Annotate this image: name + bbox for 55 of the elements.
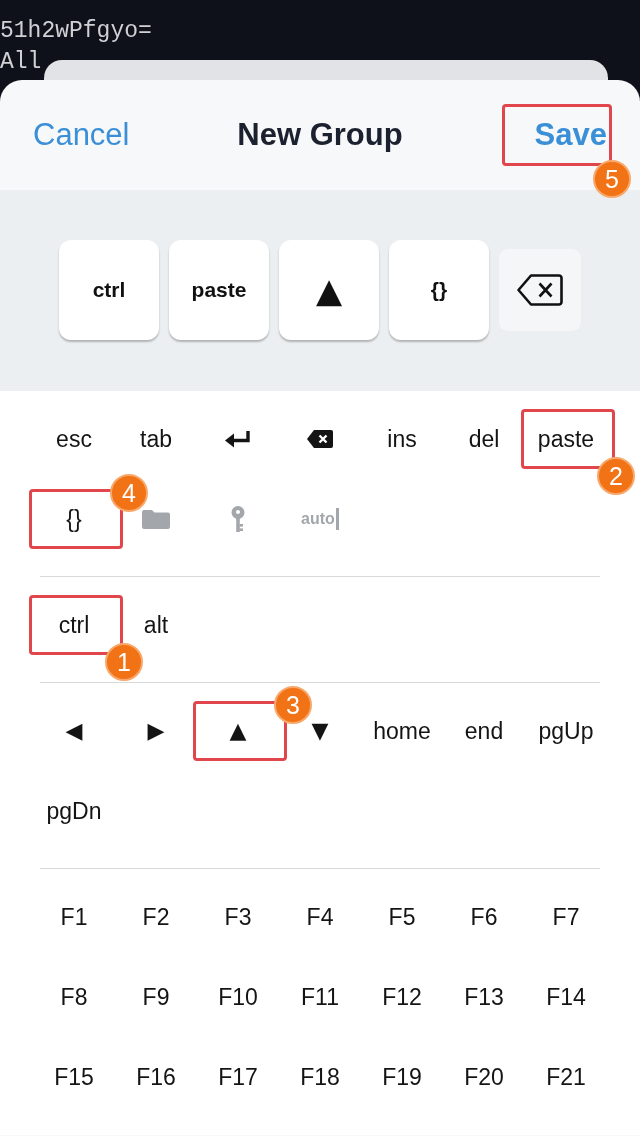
- terminal-line: All: [0, 48, 42, 77]
- terminal-line: 51h2wPfgyo=: [0, 17, 152, 46]
- backspace-icon: [307, 430, 333, 448]
- toolbar-key[interactable]: paste: [169, 240, 269, 340]
- toolbar-key[interactable]: ctrl: [59, 240, 159, 340]
- step-badge: 3: [274, 686, 312, 724]
- keyboard-key[interactable]: F20: [460, 1062, 508, 1092]
- keyboard-key[interactable]: F15: [50, 1062, 98, 1092]
- keyboard-key[interactable]: ins: [383, 424, 421, 454]
- keyboard-key[interactable]: F3: [220, 902, 256, 932]
- keyboard-key[interactable]: {}: [62, 504, 86, 534]
- keyboard-key[interactable]: F11: [297, 982, 343, 1012]
- keyboard-key[interactable]: F4: [302, 902, 338, 932]
- step-badge: 1: [105, 643, 143, 681]
- keyboard-key[interactable]: F17: [214, 1062, 262, 1092]
- keyboard-key[interactable]: end: [460, 716, 508, 746]
- keyboard-key[interactable]: F2: [138, 902, 174, 932]
- keyboard-key[interactable]: F8: [56, 982, 92, 1012]
- keyboard-key[interactable]: F19: [378, 1062, 426, 1092]
- keyboard-key[interactable]: F21: [542, 1062, 590, 1092]
- keyboard-key[interactable]: F16: [132, 1062, 180, 1092]
- folder-icon: [142, 509, 170, 529]
- keyboard-key[interactable]: pgDn: [42, 796, 106, 826]
- keyboard-key[interactable]: ctrl: [54, 610, 94, 640]
- keyboard-key[interactable]: F18: [296, 1062, 344, 1092]
- keyboard-key[interactable]: alt: [139, 610, 173, 640]
- keyboard-key[interactable]: ▲: [225, 716, 251, 746]
- toolbar-key[interactable]: ▲: [279, 240, 379, 340]
- text-cursor-icon: [335, 508, 339, 530]
- keyboard-key[interactable]: F9: [138, 982, 174, 1012]
- keyboard-key[interactable]: F14: [542, 982, 590, 1012]
- sheet-title: New Group: [237, 117, 403, 153]
- keyboard-key[interactable]: home: [369, 716, 435, 746]
- keyboard-key[interactable]: F13: [460, 982, 508, 1012]
- keyboard-key[interactable]: esc: [52, 424, 96, 454]
- keyboard-key[interactable]: ◀: [61, 716, 87, 746]
- return-icon: [225, 429, 251, 449]
- keyboard-key[interactable]: pgUp: [534, 716, 598, 746]
- toolbar-key[interactable]: {}: [389, 240, 489, 340]
- backspace-key[interactable]: [499, 249, 581, 331]
- keyboard-key[interactable]: F12: [378, 982, 426, 1012]
- step-badge: 5: [593, 160, 631, 198]
- keyboard-key[interactable]: paste: [533, 424, 599, 454]
- backspace-icon: [517, 274, 563, 306]
- keyboard-key[interactable]: del: [464, 424, 504, 454]
- key-icon: [231, 506, 245, 532]
- keyboard-key[interactable]: tab: [136, 424, 176, 454]
- keyboard-key[interactable]: F1: [56, 902, 92, 932]
- keyboard-key[interactable]: F10: [214, 982, 262, 1012]
- keyboard-key[interactable]: F7: [548, 902, 584, 932]
- step-badge: 4: [110, 474, 148, 512]
- keyboard-key[interactable]: F6: [466, 902, 502, 932]
- keyboard-key[interactable]: ▶: [143, 716, 169, 746]
- step-badge: 2: [597, 457, 635, 495]
- keyboard-key[interactable]: F5: [384, 902, 420, 932]
